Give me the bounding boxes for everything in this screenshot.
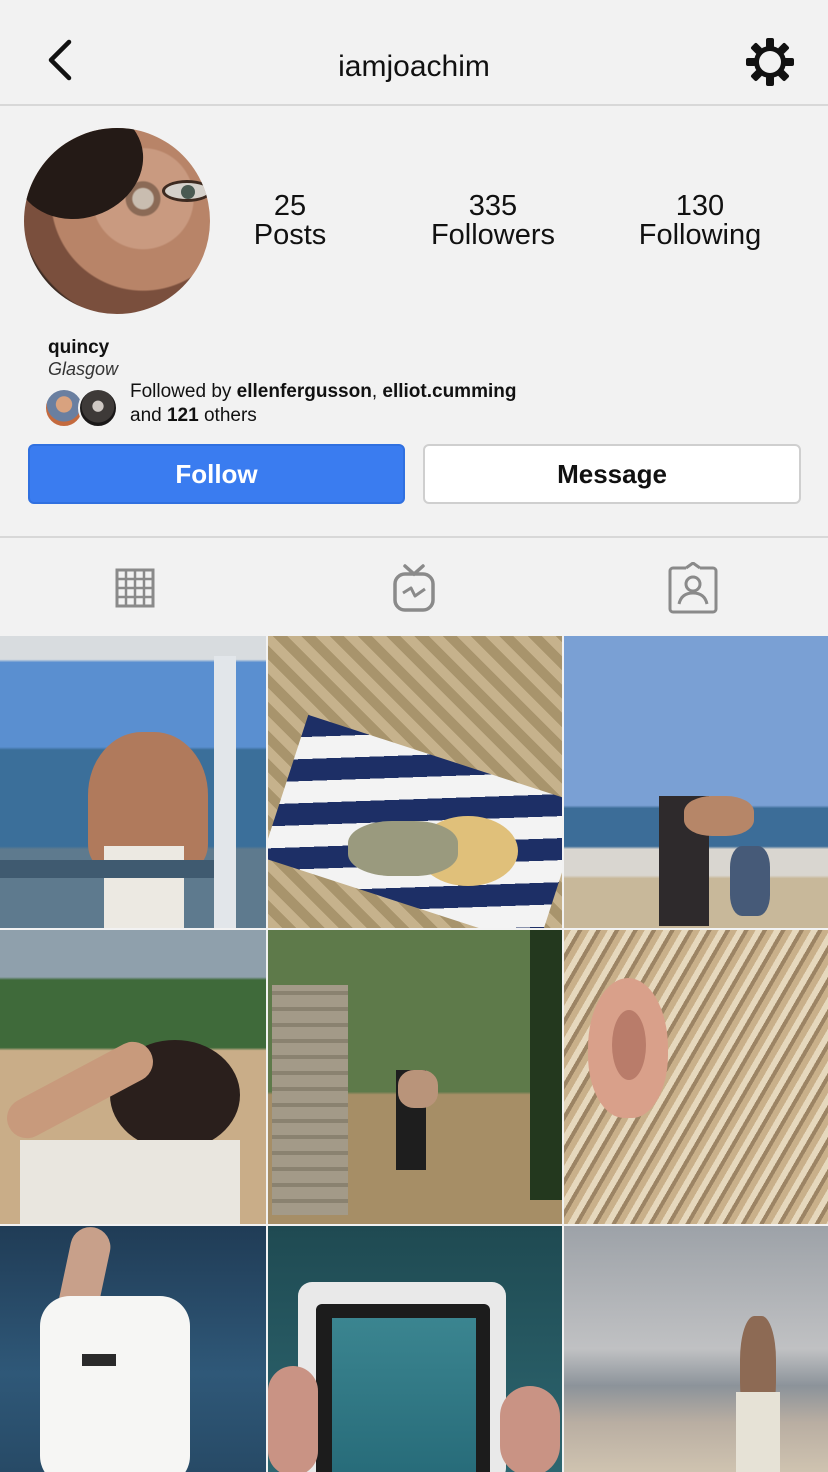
followers-stat[interactable]: 335 Followers <box>418 192 568 250</box>
post-thumbnail[interactable] <box>564 930 828 1224</box>
others-count: 121 <box>166 405 199 426</box>
grid-icon[interactable] <box>112 562 166 616</box>
igtv-icon[interactable] <box>388 562 442 616</box>
post-thumbnail[interactable] <box>564 636 828 928</box>
others-text: others <box>203 405 257 426</box>
top-bar: iamjoachim <box>0 0 828 106</box>
post-thumbnail[interactable] <box>0 636 266 928</box>
separator: , <box>371 381 378 402</box>
mutual-user-2[interactable]: elliot.cumming <box>382 381 516 402</box>
mutual-follower-avatar[interactable] <box>78 388 118 428</box>
post-thumbnail[interactable] <box>268 930 562 1224</box>
divider <box>0 536 828 538</box>
tagged-icon[interactable] <box>666 562 720 616</box>
followed-by-text[interactable]: Followed by ellenfergusson, elliot.cummi… <box>130 380 516 428</box>
profile-name: quincy <box>48 337 110 358</box>
post-thumbnail[interactable] <box>0 1226 266 1472</box>
profile-avatar[interactable] <box>24 128 210 314</box>
mutual-user-1[interactable]: ellenfergusson <box>237 381 372 402</box>
following-label: Following <box>638 219 762 251</box>
posts-grid <box>0 636 828 1472</box>
followed-by-prefix: Followed by <box>130 381 232 402</box>
posts-stat[interactable]: 25 Posts <box>240 192 340 250</box>
post-thumbnail[interactable] <box>564 1226 828 1472</box>
profile-username: iamjoachim <box>338 50 490 83</box>
gear-icon[interactable] <box>744 36 796 88</box>
following-count: 130 <box>675 190 725 222</box>
profile-location: Glasgow <box>48 359 119 379</box>
message-button[interactable]: Message <box>423 444 801 504</box>
follow-button[interactable]: Follow <box>28 444 405 504</box>
and-text: and <box>130 405 162 426</box>
posts-count: 25 <box>273 190 307 222</box>
post-thumbnail[interactable] <box>268 636 562 928</box>
followers-count: 335 <box>468 190 518 222</box>
followers-label: Followers <box>430 219 556 251</box>
avatar-hair <box>24 128 158 236</box>
post-thumbnail[interactable] <box>268 1226 562 1472</box>
post-thumbnail[interactable] <box>0 930 266 1224</box>
following-stat[interactable]: 130 Following <box>630 192 770 250</box>
posts-label: Posts <box>253 219 327 251</box>
avatar-eye <box>162 180 210 202</box>
